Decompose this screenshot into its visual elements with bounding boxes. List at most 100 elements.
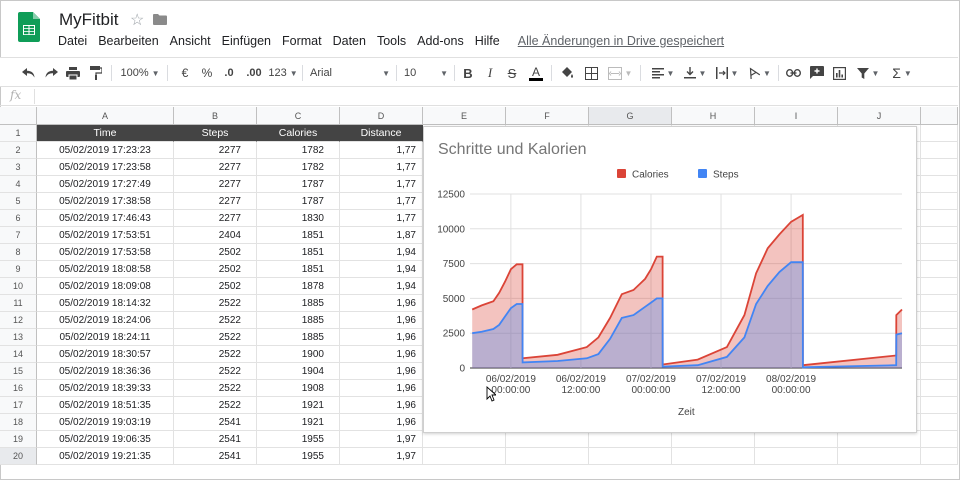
row-header-1[interactable]: 1 (0, 125, 37, 142)
table-cell[interactable]: 2541 (174, 414, 257, 431)
table-cell[interactable]: 2502 (174, 278, 257, 295)
text-color-icon[interactable]: A (528, 63, 544, 83)
italic-icon[interactable]: I (483, 63, 497, 83)
table-cell[interactable]: 05/02/2019 18:36:36 (37, 363, 174, 380)
decrease-decimals-button[interactable]: .0 (220, 63, 238, 83)
column-header-j[interactable]: J (838, 107, 921, 125)
table-cell[interactable]: 1,77 (340, 193, 423, 210)
empty-cell[interactable] (921, 278, 958, 295)
header-cell[interactable]: Distance (340, 125, 423, 142)
row-header-2[interactable]: 2 (0, 142, 37, 159)
row-header-19[interactable]: 19 (0, 431, 37, 448)
empty-cell[interactable] (921, 312, 958, 329)
table-cell[interactable]: 2277 (174, 176, 257, 193)
row-header-5[interactable]: 5 (0, 193, 37, 210)
header-cell[interactable]: Steps (174, 125, 257, 142)
table-cell[interactable]: 1885 (257, 312, 340, 329)
table-cell[interactable]: 2502 (174, 244, 257, 261)
menu-einfuegen[interactable]: Einfügen (222, 34, 271, 48)
row-header-17[interactable]: 17 (0, 397, 37, 414)
table-cell[interactable]: 1908 (257, 380, 340, 397)
empty-cell[interactable] (921, 142, 958, 159)
table-cell[interactable]: 1787 (257, 193, 340, 210)
row-header-20[interactable]: 20 (0, 448, 37, 465)
table-cell[interactable]: 1,96 (340, 414, 423, 431)
row-header-10[interactable]: 10 (0, 278, 37, 295)
empty-cell[interactable] (921, 329, 958, 346)
menu-hilfe[interactable]: Hilfe (475, 34, 500, 48)
menu-bearbeiten[interactable]: Bearbeiten (98, 34, 158, 48)
embedded-chart[interactable]: Schritte und Kalorien 0 2500 5000 7500 10000… (423, 126, 917, 433)
table-cell[interactable]: 2522 (174, 312, 257, 329)
table-cell[interactable]: 1,77 (340, 210, 423, 227)
empty-cell[interactable] (921, 125, 958, 142)
table-cell[interactable]: 1,96 (340, 397, 423, 414)
table-cell[interactable]: 05/02/2019 18:30:57 (37, 346, 174, 363)
table-cell[interactable]: 2522 (174, 295, 257, 312)
menu-addons[interactable]: Add-ons (417, 34, 464, 48)
redo-icon[interactable] (42, 63, 60, 83)
empty-cell[interactable] (423, 448, 506, 465)
empty-cell[interactable] (921, 414, 958, 431)
table-cell[interactable]: 05/02/2019 17:53:51 (37, 227, 174, 244)
table-cell[interactable]: 1,96 (340, 363, 423, 380)
table-cell[interactable]: 1,87 (340, 227, 423, 244)
column-header-c[interactable]: C (257, 107, 340, 125)
column-header-a[interactable]: A (37, 107, 174, 125)
header-cell[interactable]: Calories (257, 125, 340, 142)
table-cell[interactable]: 05/02/2019 19:06:35 (37, 431, 174, 448)
empty-cell[interactable] (672, 448, 755, 465)
column-header-h[interactable]: H (672, 107, 755, 125)
table-cell[interactable]: 1787 (257, 176, 340, 193)
empty-cell[interactable] (755, 448, 838, 465)
table-cell[interactable]: 1830 (257, 210, 340, 227)
menu-datei[interactable]: Datei (58, 34, 87, 48)
menu-format[interactable]: Format (282, 34, 322, 48)
column-header-e[interactable]: E (423, 107, 506, 125)
row-header-9[interactable]: 9 (0, 261, 37, 278)
table-cell[interactable]: 1851 (257, 244, 340, 261)
table-cell[interactable]: 05/02/2019 17:53:58 (37, 244, 174, 261)
number-format-select[interactable]: 123 ▼ (268, 63, 298, 83)
table-cell[interactable]: 1955 (257, 448, 340, 465)
row-header-6[interactable]: 6 (0, 210, 37, 227)
column-header-d[interactable]: D (340, 107, 423, 125)
table-cell[interactable]: 1,94 (340, 261, 423, 278)
table-cell[interactable]: 05/02/2019 19:03:19 (37, 414, 174, 431)
column-header-i[interactable]: I (755, 107, 838, 125)
table-cell[interactable]: 05/02/2019 17:23:58 (37, 159, 174, 176)
empty-cell[interactable] (921, 193, 958, 210)
text-rotation-icon[interactable]: ▼ (746, 63, 772, 83)
column-header-k[interactable] (921, 107, 958, 125)
insert-chart-icon[interactable] (830, 63, 848, 83)
empty-cell[interactable] (921, 363, 958, 380)
font-size-select[interactable]: 10 ▼ (404, 63, 448, 83)
functions-icon[interactable]: Σ ▼ (888, 63, 916, 83)
menu-ansicht[interactable]: Ansicht (170, 34, 211, 48)
header-cell[interactable]: Time (37, 125, 174, 142)
row-header-13[interactable]: 13 (0, 329, 37, 346)
empty-cell[interactable] (921, 431, 958, 448)
insert-link-icon[interactable] (784, 63, 802, 83)
table-cell[interactable]: 05/02/2019 18:14:32 (37, 295, 174, 312)
row-header-12[interactable]: 12 (0, 312, 37, 329)
table-cell[interactable]: 05/02/2019 18:51:35 (37, 397, 174, 414)
document-title[interactable]: MyFitbit (59, 10, 119, 30)
menu-daten[interactable]: Daten (333, 34, 366, 48)
table-cell[interactable]: 1921 (257, 414, 340, 431)
column-header-f[interactable]: F (506, 107, 589, 125)
empty-cell[interactable] (589, 448, 672, 465)
undo-icon[interactable] (20, 63, 38, 83)
row-header-8[interactable]: 8 (0, 244, 37, 261)
table-cell[interactable]: 1,96 (340, 329, 423, 346)
empty-cell[interactable] (921, 210, 958, 227)
row-header-7[interactable]: 7 (0, 227, 37, 244)
menu-tools[interactable]: Tools (377, 34, 406, 48)
table-cell[interactable]: 1851 (257, 227, 340, 244)
table-cell[interactable]: 1,94 (340, 278, 423, 295)
column-header-b[interactable]: B (174, 107, 257, 125)
empty-cell[interactable] (921, 244, 958, 261)
table-cell[interactable]: 1885 (257, 295, 340, 312)
text-wrapping-icon[interactable]: ▼ (714, 63, 740, 83)
empty-cell[interactable] (921, 159, 958, 176)
